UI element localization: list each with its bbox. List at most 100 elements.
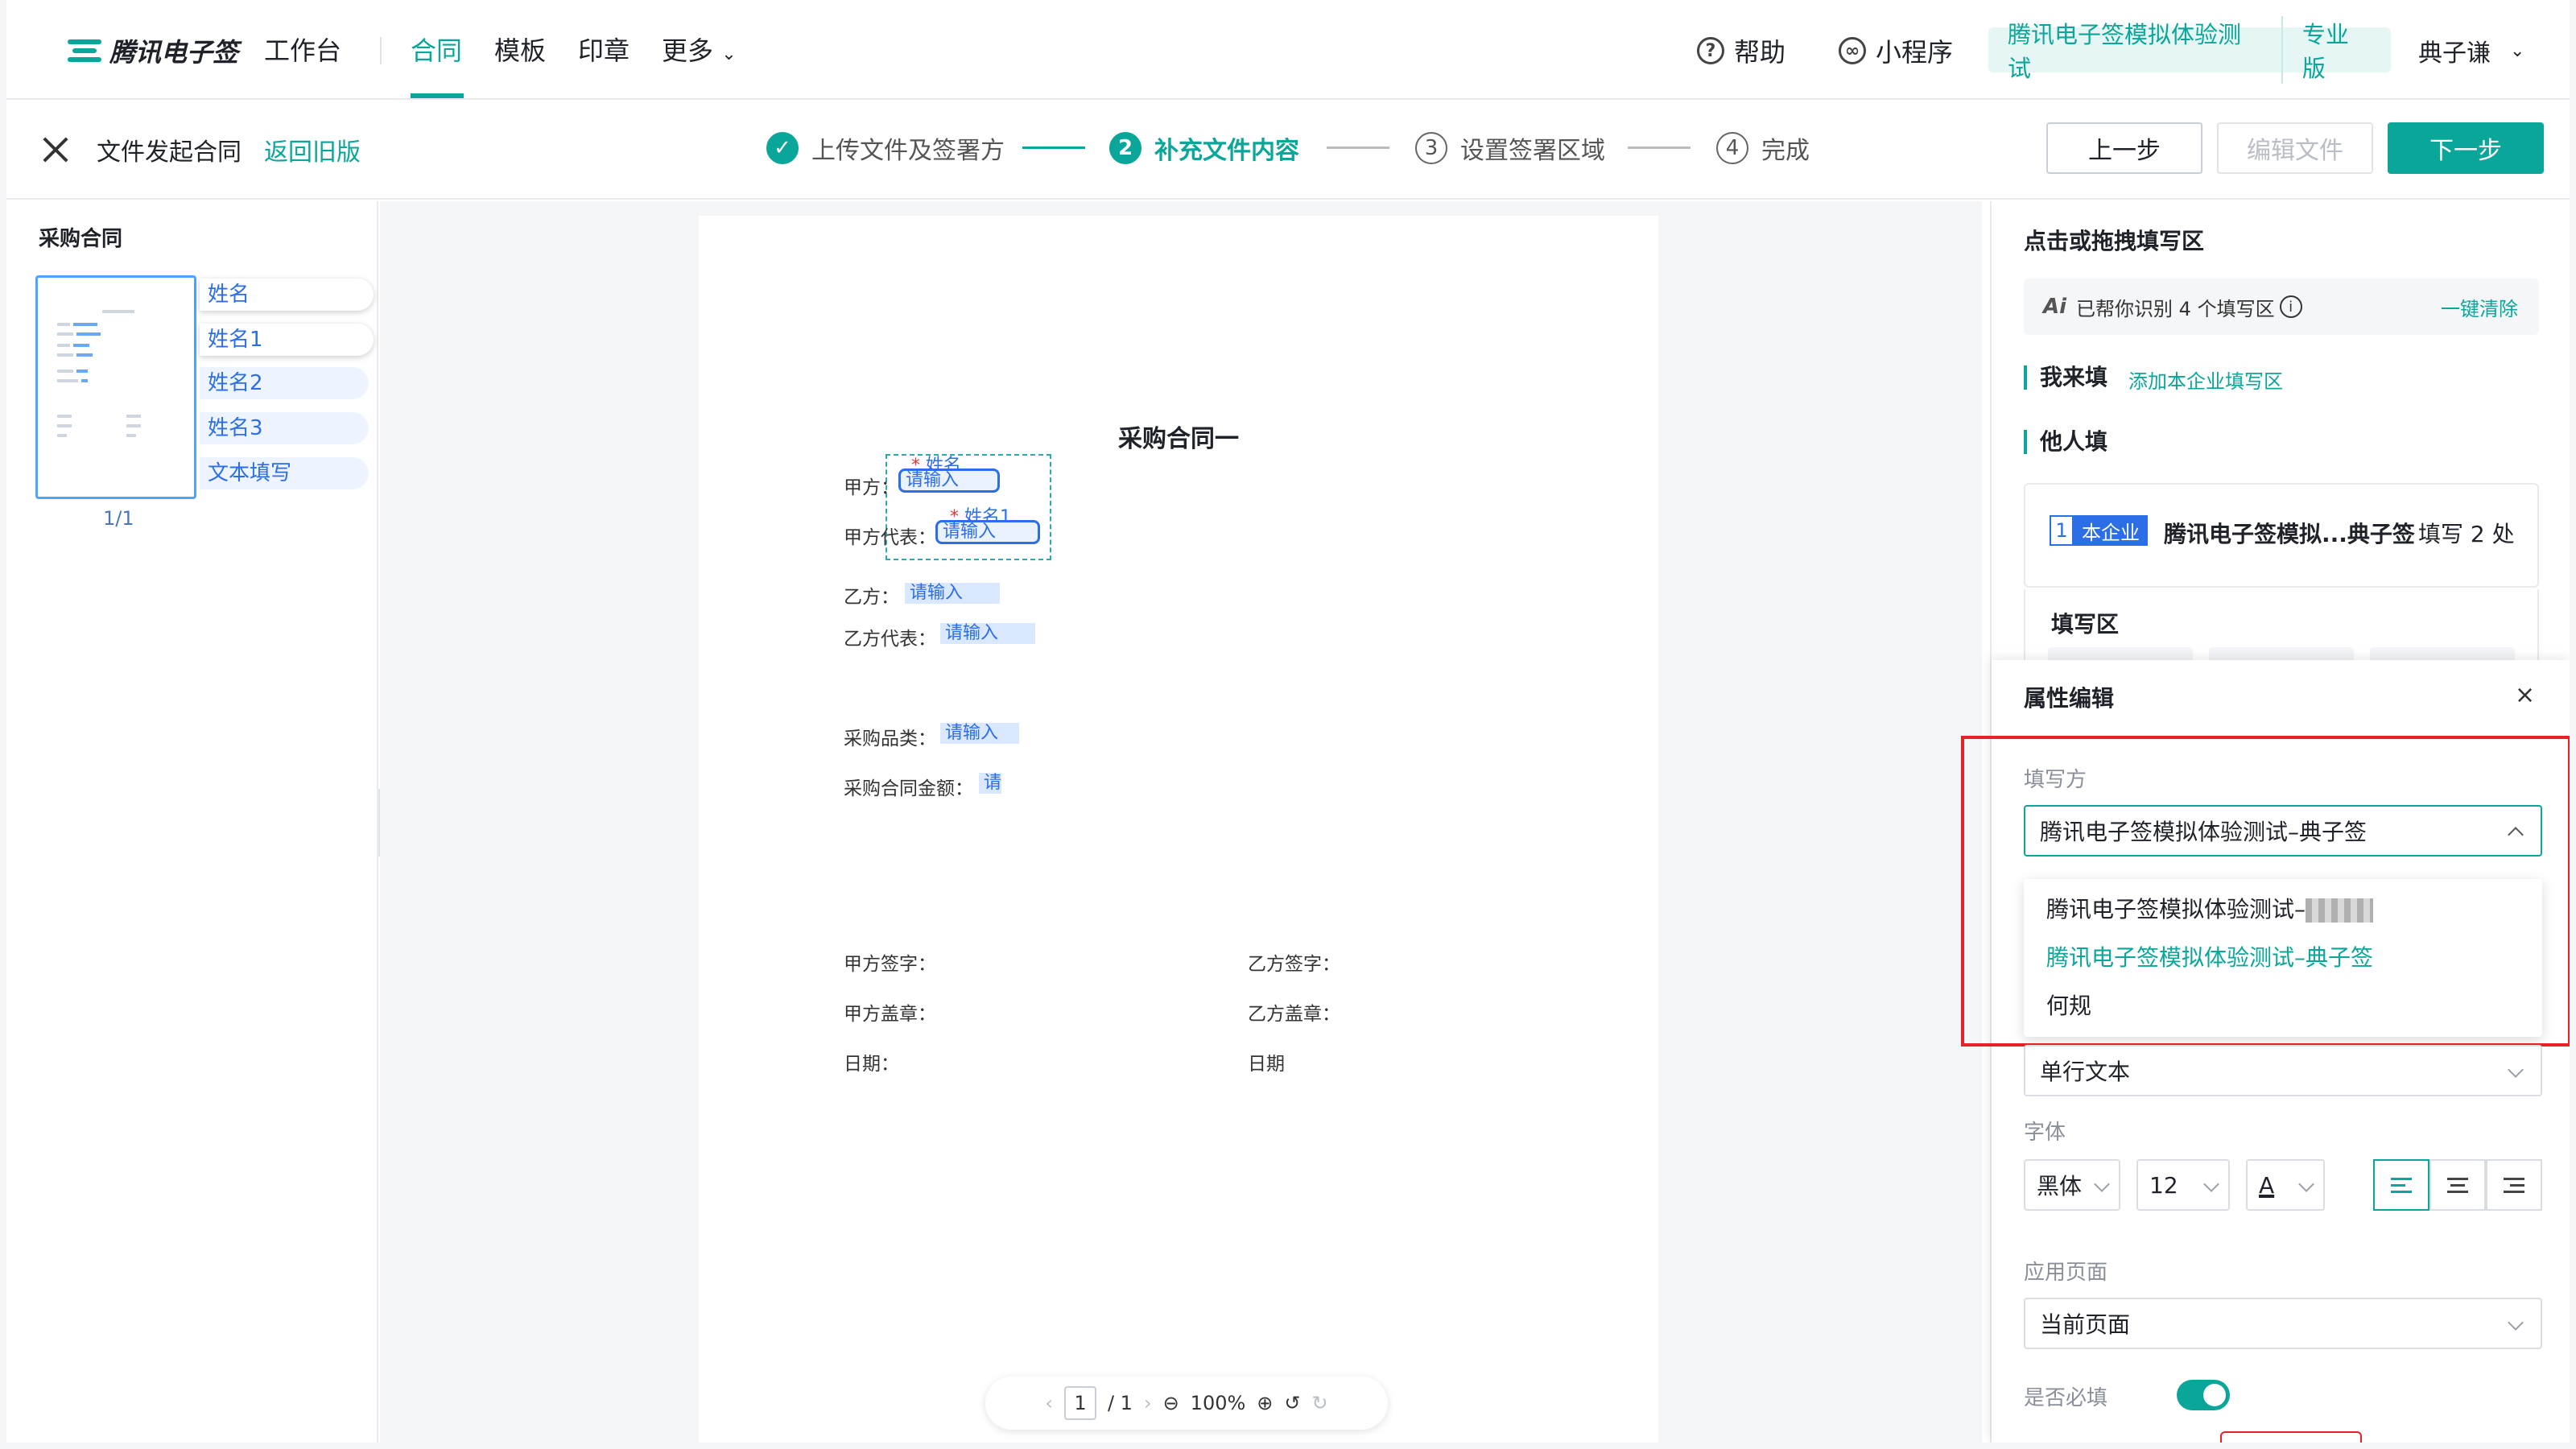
align-right-icon[interactable] [2486,1159,2542,1211]
label-a-seal: 甲方盖章： [844,1004,936,1025]
align-left-icon[interactable] [2373,1159,2429,1211]
nav-template[interactable]: 模板 [494,32,546,69]
step-3-label: 设置签署区域 [1460,137,1605,165]
step-2-label: 补充文件内容 [1154,137,1299,165]
field-type-select[interactable]: 单行文本 [2024,1045,2542,1096]
ai-detect-text: 已帮你识别 4 个填写区 [2076,297,2275,320]
prev-step-button[interactable]: 上一步 [2046,122,2202,174]
label-amount: 采购合同金额： [844,778,973,799]
right-panel-title: 点击或拖拽填写区 [2024,228,2205,254]
field-party-a-rep[interactable]: 请输入 [935,520,1040,544]
left-panel: 采购合同 1/1 姓名 姓名1 姓名2 姓名3 文本填写 [6,201,378,1443]
party-name: 腾讯电子签模拟...典子签 [2164,521,2415,547]
back-to-old-link[interactable]: 返回旧版 [264,132,361,167]
nav-more[interactable]: 更多 ⌄ [662,32,737,69]
page-thumbnail[interactable] [35,275,196,499]
step-1-label: 上传文件及签署方 [811,137,1005,165]
label-party-b: 乙方： [844,587,899,608]
edit-file-button[interactable]: 编辑文件 [2217,122,2373,174]
app-window: 腾讯电子签 工作台 合同 模板 印章 更多 ⌄ ? 帮助 ∞ 小程序 腾讯电子签… [6,0,2570,1443]
document-canvas: 采购合同一 甲方： * 姓名 请输入 甲方代表： * 姓名1 请输入 乙方： 请… [380,201,1982,1443]
label-party-a-rep: 甲方代表： [844,527,936,548]
label-b-sign: 乙方签字： [1248,954,1340,975]
page-indicator: 1/1 [103,507,134,530]
field-party-b-rep[interactable]: 请输入 [940,623,1035,644]
font-color-select[interactable]: A [2246,1159,2325,1211]
align-center-icon[interactable] [2429,1159,2486,1211]
nav-seal[interactable]: 印章 [578,32,630,69]
apply-page-value: 当前页面 [2040,1311,2131,1338]
step-connector [1628,147,1690,149]
close-icon[interactable] [42,135,69,163]
document-name: 采购合同 [39,227,123,251]
zoom-out-icon[interactable]: ⊖ [1163,1392,1179,1414]
document-title: 采购合同一 [1118,425,1239,453]
miniprogram-label: 小程序 [1876,37,1954,68]
apply-page-select[interactable]: 当前页面 [2024,1298,2542,1349]
redo-icon[interactable]: ↻ [1312,1392,1328,1414]
chevron-down-icon: ⌄ [2510,40,2525,61]
font-size-select[interactable]: 12 [2136,1159,2230,1211]
step-connector [1022,147,1085,149]
undo-icon[interactable]: ↺ [1284,1392,1300,1414]
field-tag[interactable]: 姓名1 [200,324,374,356]
required-toggle[interactable] [2177,1380,2230,1410]
label-party-b-rep: 乙方代表： [844,629,936,650]
info-icon[interactable]: i [2279,295,2302,318]
chevron-down-icon [2203,1176,2219,1192]
field-tag[interactable]: 姓名3 [200,412,369,444]
field-tag[interactable]: 姓名2 [200,367,369,399]
nav-active-underline [411,93,464,98]
step-2: 2 补充文件内容 [1109,130,1299,166]
field-tag[interactable]: 姓名 [200,279,374,311]
step-4: 4 完成 [1716,130,1810,166]
user-menu[interactable]: 典子谦 ⌄ [2418,32,2524,69]
field-type-value: 单行文本 [2040,1059,2131,1085]
check-icon: ✓ [766,132,799,164]
org-switcher[interactable]: 腾讯电子签模拟体验测试 专业版 [1988,16,2391,84]
party-card[interactable]: 1 本企业 腾讯电子签模拟...典子签 填写 2 处 [2024,483,2539,588]
field-amount[interactable]: 请 [979,773,1001,794]
chevron-down-icon [2508,1062,2524,1078]
add-company-zone-link[interactable]: 添加本企业填写区 [2128,365,2283,394]
edition-badge: 专业版 [2301,21,2349,82]
zoom-level: 100% [1190,1392,1246,1414]
prev-page-icon[interactable]: ‹ [1045,1392,1053,1414]
field-party-a[interactable]: 请输入 [898,469,1000,493]
chevron-down-icon [2298,1176,2314,1192]
field-party-b[interactable]: 请输入 [905,583,1000,604]
party-fill-count: 填写 2 处 [2418,521,2515,547]
delete-button[interactable] [2220,1431,2362,1443]
zoom-in-icon[interactable]: ⊕ [1257,1392,1273,1414]
clear-all-link[interactable]: 一键清除 [2441,293,2518,321]
step-4-num: 4 [1716,132,1748,164]
org-name: 腾讯电子签模拟体验测试 [1988,16,2283,84]
field-category[interactable]: 请输入 [940,723,1019,744]
font-family-select[interactable]: 黑体 [2024,1159,2120,1211]
label-b-date: 日期 [1248,1054,1285,1075]
chevron-down-icon: ⌄ [721,44,737,64]
step-connector [1327,147,1389,149]
text-align-group [2373,1159,2542,1211]
help-icon: ? [1697,37,1724,64]
page-number-input[interactable]: 1 [1063,1386,1096,1420]
next-page-icon[interactable]: › [1144,1392,1152,1414]
label-category: 采购品类： [844,729,936,749]
next-step-button[interactable]: 下一步 [2388,122,2544,174]
close-icon[interactable]: × [2515,681,2535,709]
miniprogram-link[interactable]: ∞ 小程序 [1839,32,1953,69]
user-name: 典子谦 [2418,39,2491,68]
page-total: / 1 [1107,1392,1133,1414]
zoom-toolbar: ‹ 1 / 1 › ⊖ 100% ⊕ ↺ ↻ [985,1377,1388,1430]
field-tag[interactable]: 文本填写 [200,457,369,489]
logo[interactable]: 腾讯电子签 [68,32,238,69]
help-link[interactable]: ? 帮助 [1697,32,1785,69]
document-page[interactable]: 采购合同一 甲方： * 姓名 请输入 甲方代表： * 姓名1 请输入 乙方： 请… [699,216,1658,1443]
apply-page-label: 应用页面 [2024,1261,2108,1285]
step-2-num: 2 [1109,132,1141,164]
nav-contract[interactable]: 合同 [411,32,462,69]
nav-divider [380,37,382,64]
step-3-num: 3 [1415,132,1447,164]
help-label: 帮助 [1734,37,1786,68]
nav-workbench[interactable]: 工作台 [264,32,341,69]
